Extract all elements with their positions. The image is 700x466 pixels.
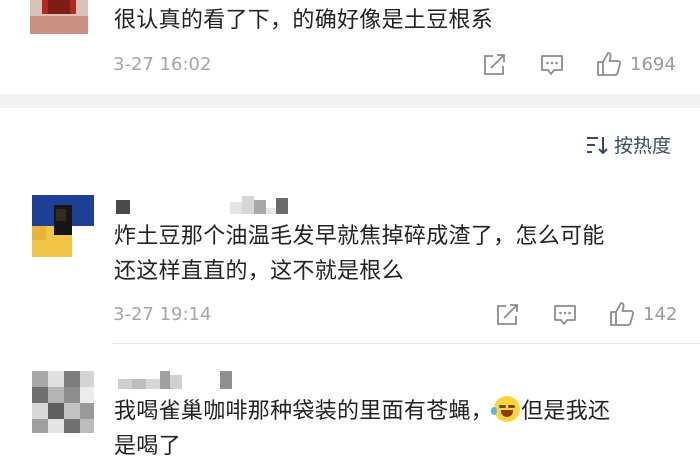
comment-separator <box>112 343 700 344</box>
comment-icon <box>554 305 576 325</box>
comment-timestamp: 3-27 19:14 <box>113 304 212 325</box>
comment-icon <box>541 55 563 75</box>
comment-button[interactable] <box>553 304 577 326</box>
share-button[interactable] <box>496 304 520 326</box>
like-count: 1694 <box>630 53 676 75</box>
sort-icon <box>587 136 608 154</box>
comment-text: 我喝雀巢咖啡那种袋装的里面有苍蝇， 但是我还 是喝了 <box>114 394 610 464</box>
avatar[interactable] <box>30 0 88 34</box>
thumbs-up-icon <box>610 302 635 326</box>
like-count: 142 <box>643 303 678 325</box>
laugh-cry-emoji <box>491 396 521 422</box>
share-icon <box>497 304 518 325</box>
comment-timestamp: 3-27 16:02 <box>113 54 212 75</box>
section-divider <box>0 94 700 108</box>
username-obscured[interactable] <box>116 188 288 214</box>
sort-by-heat-button[interactable]: 按热度 <box>586 131 671 158</box>
comment-text: 炸土豆那个油温毛发早就焦掉碎成渣了，怎么可能 还这样直直的，这不就是根么 <box>114 224 605 284</box>
sort-label: 按热度 <box>614 135 672 157</box>
like-button[interactable]: 142 <box>609 301 677 327</box>
avatar[interactable] <box>32 195 94 257</box>
thumbs-up-icon <box>597 52 622 76</box>
like-button[interactable]: 1694 <box>596 51 676 77</box>
comment-button[interactable] <box>540 54 564 76</box>
username-obscured[interactable] <box>118 363 232 389</box>
comment-text: 很认真的看了下，的确好像是土豆根系 <box>114 8 494 33</box>
avatar[interactable] <box>32 371 94 433</box>
share-button[interactable] <box>483 54 507 76</box>
share-icon <box>484 54 505 75</box>
